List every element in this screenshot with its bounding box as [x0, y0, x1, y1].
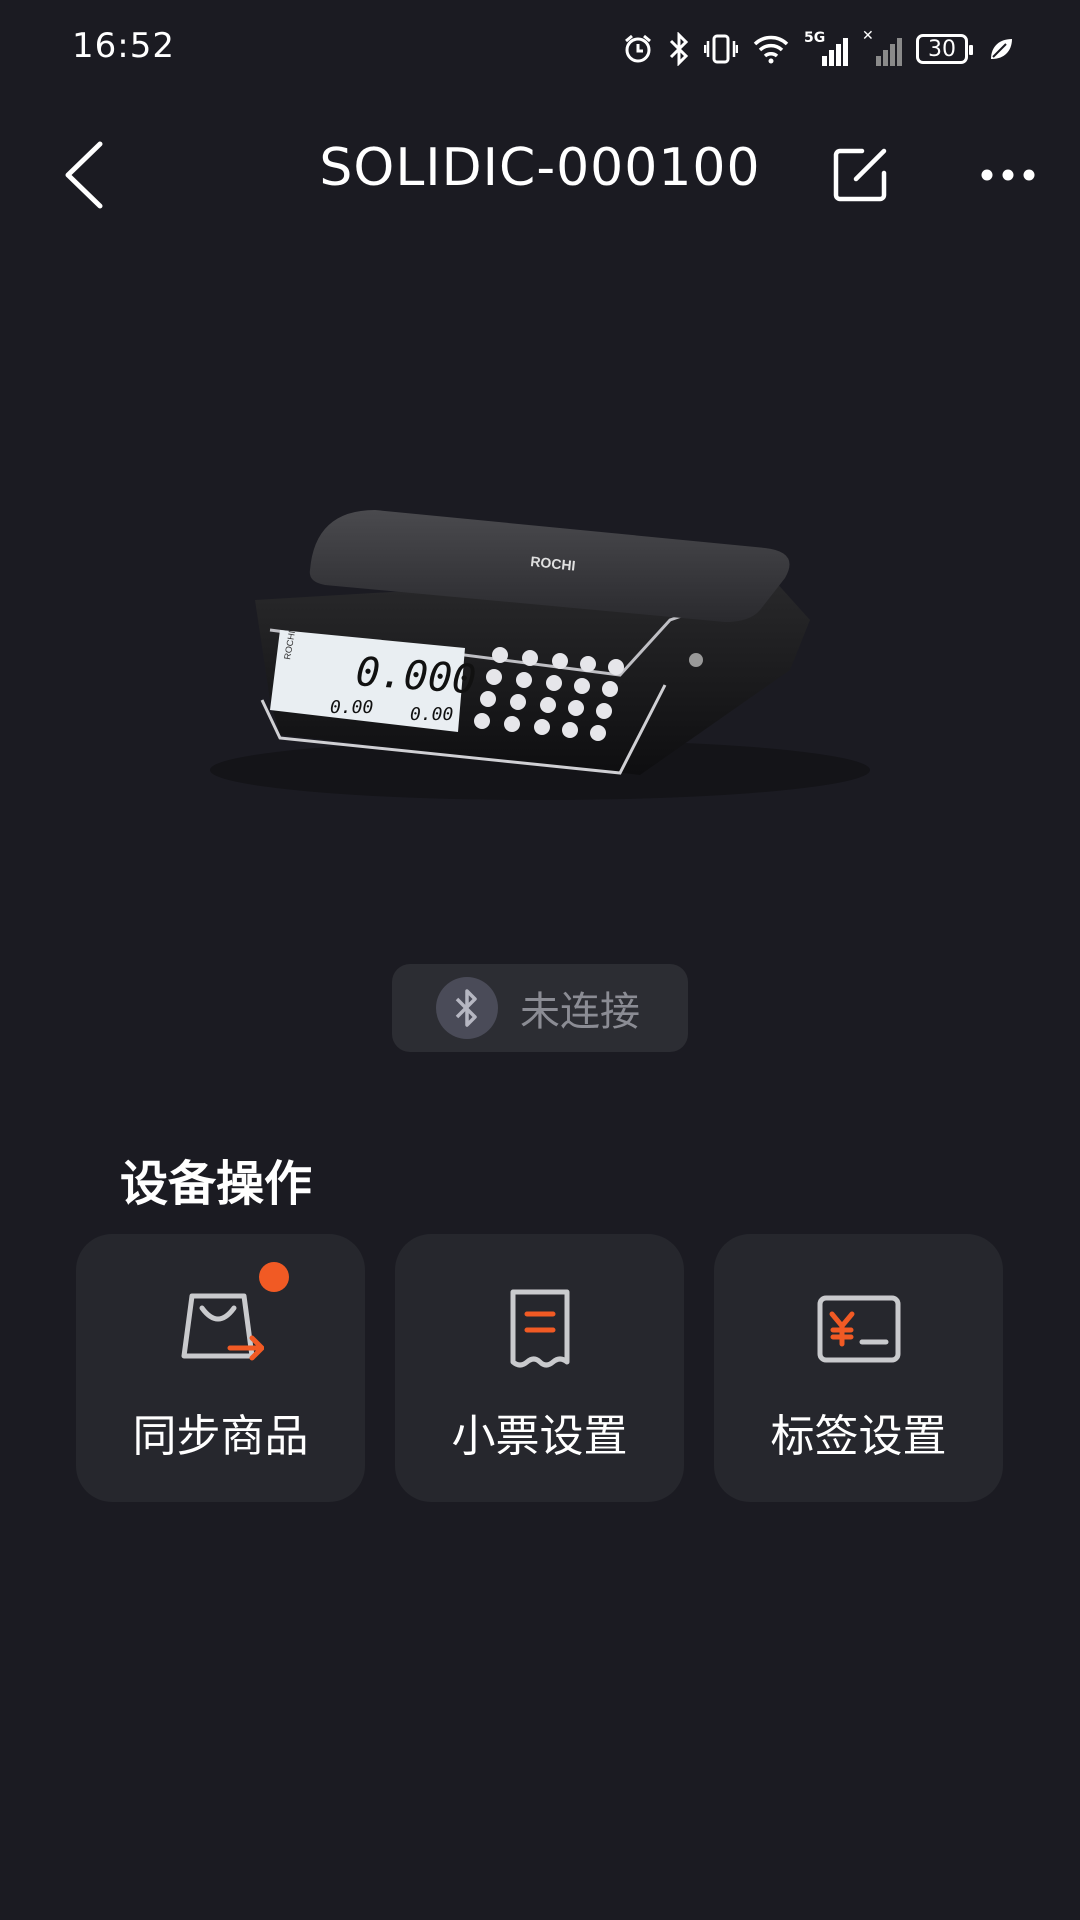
receipt-settings-label: 小票设置	[451, 1411, 628, 1462]
edit-icon	[833, 148, 887, 202]
wifi-icon	[753, 35, 789, 64]
status-bar: 16:52 5G ✕ 30	[0, 0, 1080, 100]
device-display-left: 0.00	[330, 697, 373, 718]
status-icons: 5G ✕ 30	[622, 28, 1014, 70]
more-icon	[981, 169, 1035, 181]
edit-button[interactable]	[832, 146, 890, 204]
no-signal-icon: ✕	[862, 28, 902, 66]
bluetooth-status-icon	[436, 977, 498, 1039]
alarm-icon	[625, 34, 651, 63]
battery-icon: 30	[916, 34, 973, 64]
leaf-icon	[991, 39, 1012, 59]
device-display-right: 0.00	[410, 704, 453, 725]
sync-products-label: 同步商品	[132, 1411, 309, 1462]
receipt-icon	[510, 1289, 569, 1368]
label-settings-card[interactable]: 标签设置	[714, 1234, 1003, 1502]
connection-status-text: 未连接	[520, 989, 640, 1035]
shopping-bag-sync-icon	[181, 1293, 264, 1361]
section-title: 设备操作	[120, 1156, 313, 1212]
device-image: ROCHI 0.000 0.00 0.00 ROCHI	[150, 470, 930, 810]
network-type-label: 5G	[804, 30, 826, 46]
bluetooth-icon	[669, 32, 689, 66]
more-button[interactable]	[980, 160, 1036, 190]
vibrate-icon	[704, 34, 738, 64]
notification-badge	[259, 1262, 289, 1292]
page-title: SOLIDIC-000100	[319, 138, 761, 198]
app-bar: SOLIDIC-000100	[0, 110, 1080, 240]
battery-level: 30	[928, 36, 956, 62]
sync-products-card[interactable]: 同步商品	[76, 1234, 365, 1502]
label-settings-label: 标签设置	[770, 1411, 947, 1462]
signal-icon: 5G	[804, 30, 848, 66]
receipt-settings-card[interactable]: 小票设置	[395, 1234, 684, 1502]
connection-status-button[interactable]: 未连接	[392, 964, 688, 1052]
device-display-main: 0.000	[354, 649, 477, 703]
price-label-icon	[817, 1295, 900, 1363]
operations-grid: 同步商品 小票设置 标签设置	[76, 1234, 1004, 1502]
status-time: 16:52	[72, 26, 175, 66]
